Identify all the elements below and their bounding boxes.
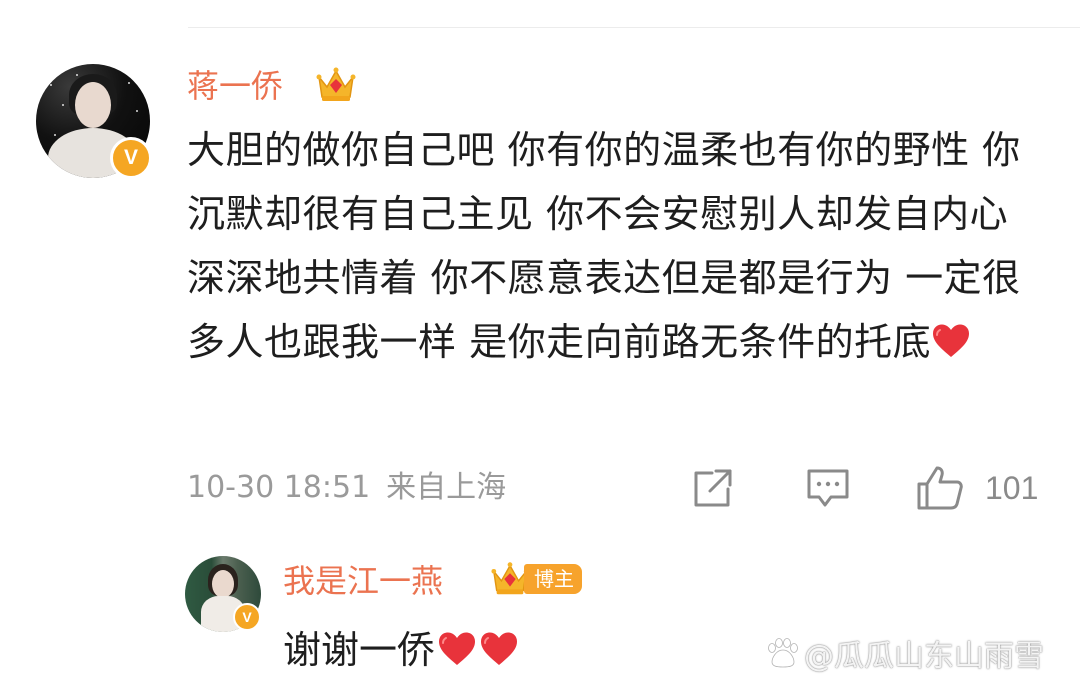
top-divider xyxy=(188,27,1080,28)
comment-text: 大胆的做你自己吧 你有你的温柔也有你的野性 你沉默却很有自己主见 你不会安慰别人… xyxy=(187,118,1037,374)
like-count: 101 xyxy=(985,469,1039,506)
heart-icon xyxy=(933,324,970,357)
watermark-text: @瓜瓜山东山雨雪 xyxy=(804,639,1044,674)
comment-location: 来自上海 xyxy=(386,470,507,505)
reply-body: 谢谢一侨 xyxy=(283,628,436,672)
comment-body: 大胆的做你自己吧 你有你的温柔也有你的野性 你沉默却很有自己主见 你不会安慰别人… xyxy=(187,128,1021,364)
share-icon xyxy=(694,469,732,507)
watermark: @瓜瓜山东山雨雪 xyxy=(764,636,1044,674)
comment-meta: 10-30 18:51 来自上海 xyxy=(187,468,522,508)
reply-username[interactable]: 我是江一燕 xyxy=(283,560,443,602)
reply-verified-badge-icon: V xyxy=(233,603,261,631)
baidu-paw-icon xyxy=(768,638,798,668)
comment-icon xyxy=(807,469,849,507)
like-icon xyxy=(917,466,963,510)
reply-button[interactable] xyxy=(805,464,851,512)
blogger-badge: 博主 xyxy=(524,564,582,594)
comment-username[interactable]: 蒋一侨 xyxy=(187,65,283,107)
comment-time: 10-30 18:51 xyxy=(187,470,371,505)
share-button[interactable] xyxy=(690,464,736,512)
like-button[interactable]: 101 xyxy=(915,464,1038,512)
verified-badge-icon: V xyxy=(110,137,152,179)
heart-icon xyxy=(481,632,518,665)
crown-icon xyxy=(316,67,356,101)
reply-text: 谢谢一侨 xyxy=(283,620,519,680)
heart-icon xyxy=(439,632,476,665)
